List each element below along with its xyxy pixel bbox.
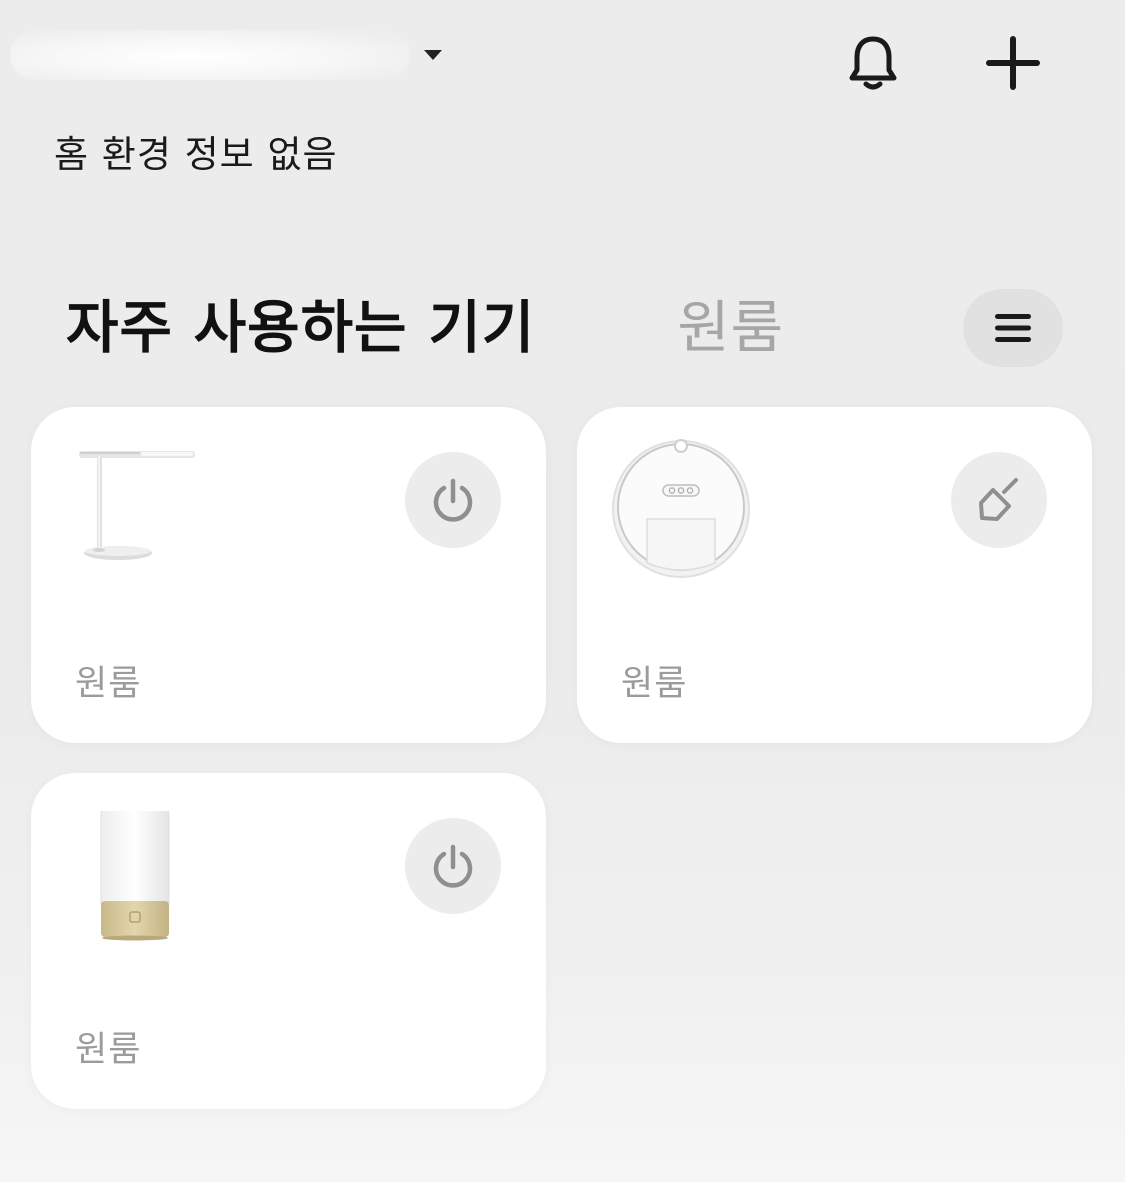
bedside-lamp-image [100,811,170,941]
caret-down-icon [424,50,442,60]
tab-one-room[interactable]: 원룸 [677,290,784,366]
home-selector[interactable] [10,30,444,80]
home-environment-info: 홈 환경 정보 없음 [54,133,338,176]
desk-lamp-image [79,451,195,560]
power-icon [433,478,473,522]
device-card-bedside-lamp[interactable]: 원룸 [31,773,546,1109]
power-button[interactable] [405,818,501,914]
device-room-label: 원룸 [75,1030,142,1070]
device-name [67,617,187,639]
plus-icon [986,36,1040,90]
device-name [613,617,733,639]
device-card-desk-lamp[interactable]: 원룸 [31,407,546,743]
device-card-robot-vacuum[interactable]: 원룸 [577,407,1092,743]
add-device-button[interactable] [982,32,1044,94]
clean-button[interactable] [951,452,1047,548]
room-menu-button[interactable] [963,289,1063,367]
hamburger-menu-icon [995,314,1031,342]
broom-icon [979,478,1018,521]
device-name [67,983,187,1005]
power-icon [433,844,473,888]
home-name [10,30,410,80]
bell-icon [849,36,897,90]
notifications-button[interactable] [842,32,904,94]
device-room-label: 원룸 [621,664,688,704]
device-room-label: 원룸 [75,664,142,704]
tab-frequent-devices[interactable]: 자주 사용하는 기기 [66,290,535,366]
room-tabs: 자주 사용하는 기기 원룸 [66,290,784,366]
robot-vacuum-image [612,439,750,578]
power-button[interactable] [405,452,501,548]
